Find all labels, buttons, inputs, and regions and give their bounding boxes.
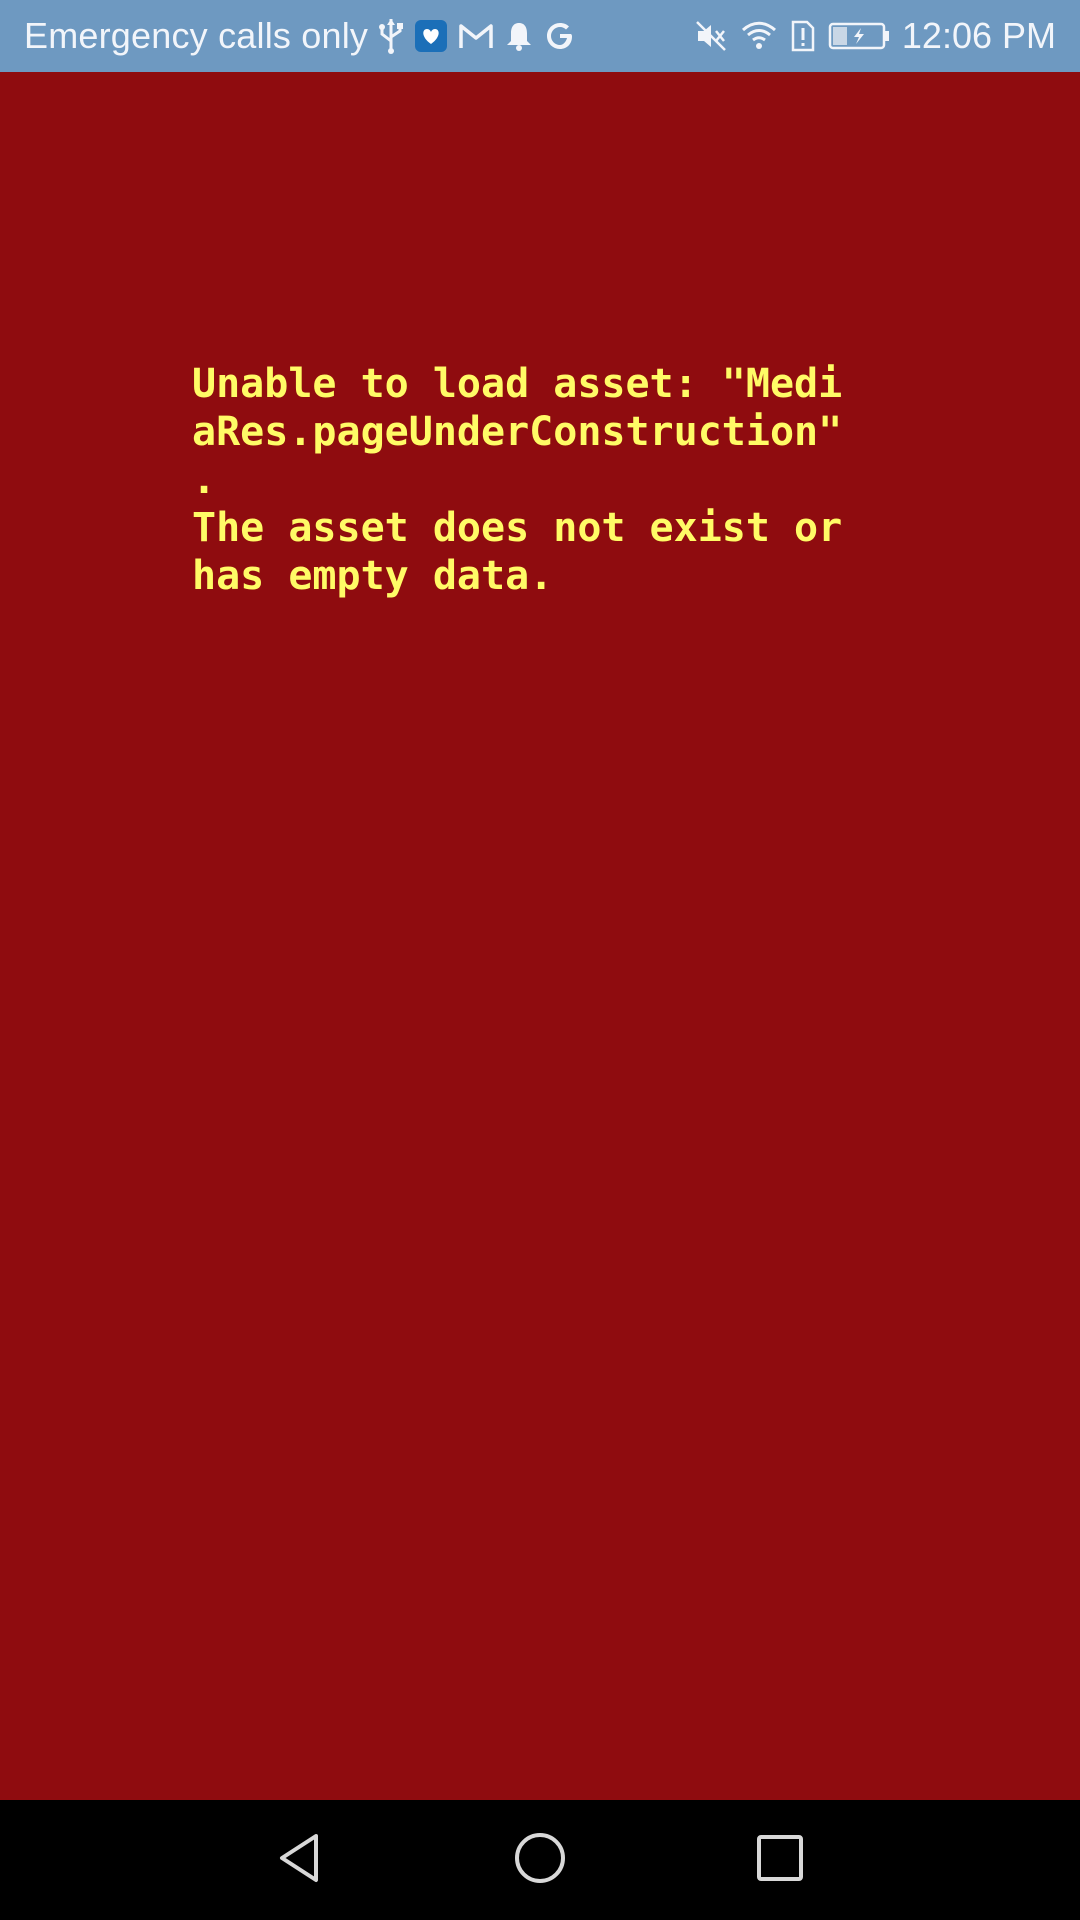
clock: 12:06 PM [901, 15, 1056, 56]
status-bar-right: 12:06 PM [694, 0, 1056, 72]
status-bar-left: Emergency calls only [24, 0, 576, 72]
gmail-icon [458, 22, 494, 50]
back-button[interactable] [240, 1800, 360, 1920]
usb-icon [378, 17, 404, 55]
navigation-bar [0, 1800, 1080, 1920]
wifi-icon [740, 20, 778, 52]
app-notification-icon [414, 19, 448, 53]
error-line: aRes.pageUnderConstruction" [192, 409, 843, 455]
carrier-text: Emergency calls only [24, 15, 369, 56]
sim-alert-icon [790, 19, 816, 53]
error-line: . [192, 457, 217, 503]
bell-icon [504, 20, 534, 52]
battery-charging-icon [828, 21, 890, 51]
error-screen: Unable to load asset: "Medi aRes.pageUnd… [0, 72, 1080, 1800]
status-bar: Emergency calls only 12:06 PM [0, 0, 1080, 72]
back-icon [274, 1830, 326, 1891]
home-icon [512, 1830, 568, 1891]
error-message: Unable to load asset: "Medi aRes.pageUnd… [192, 360, 882, 600]
recents-icon [755, 1833, 805, 1888]
screen: Emergency calls only 12:06 PM Unable to … [0, 0, 1080, 1920]
recents-button[interactable] [720, 1800, 840, 1920]
error-line: Unable to load asset: "Medi [192, 361, 843, 407]
mute-icon [694, 19, 728, 53]
error-line: has empty data. [192, 553, 554, 599]
home-button[interactable] [480, 1800, 600, 1920]
error-line: The asset does not exist or [192, 505, 843, 551]
google-icon [544, 20, 576, 52]
